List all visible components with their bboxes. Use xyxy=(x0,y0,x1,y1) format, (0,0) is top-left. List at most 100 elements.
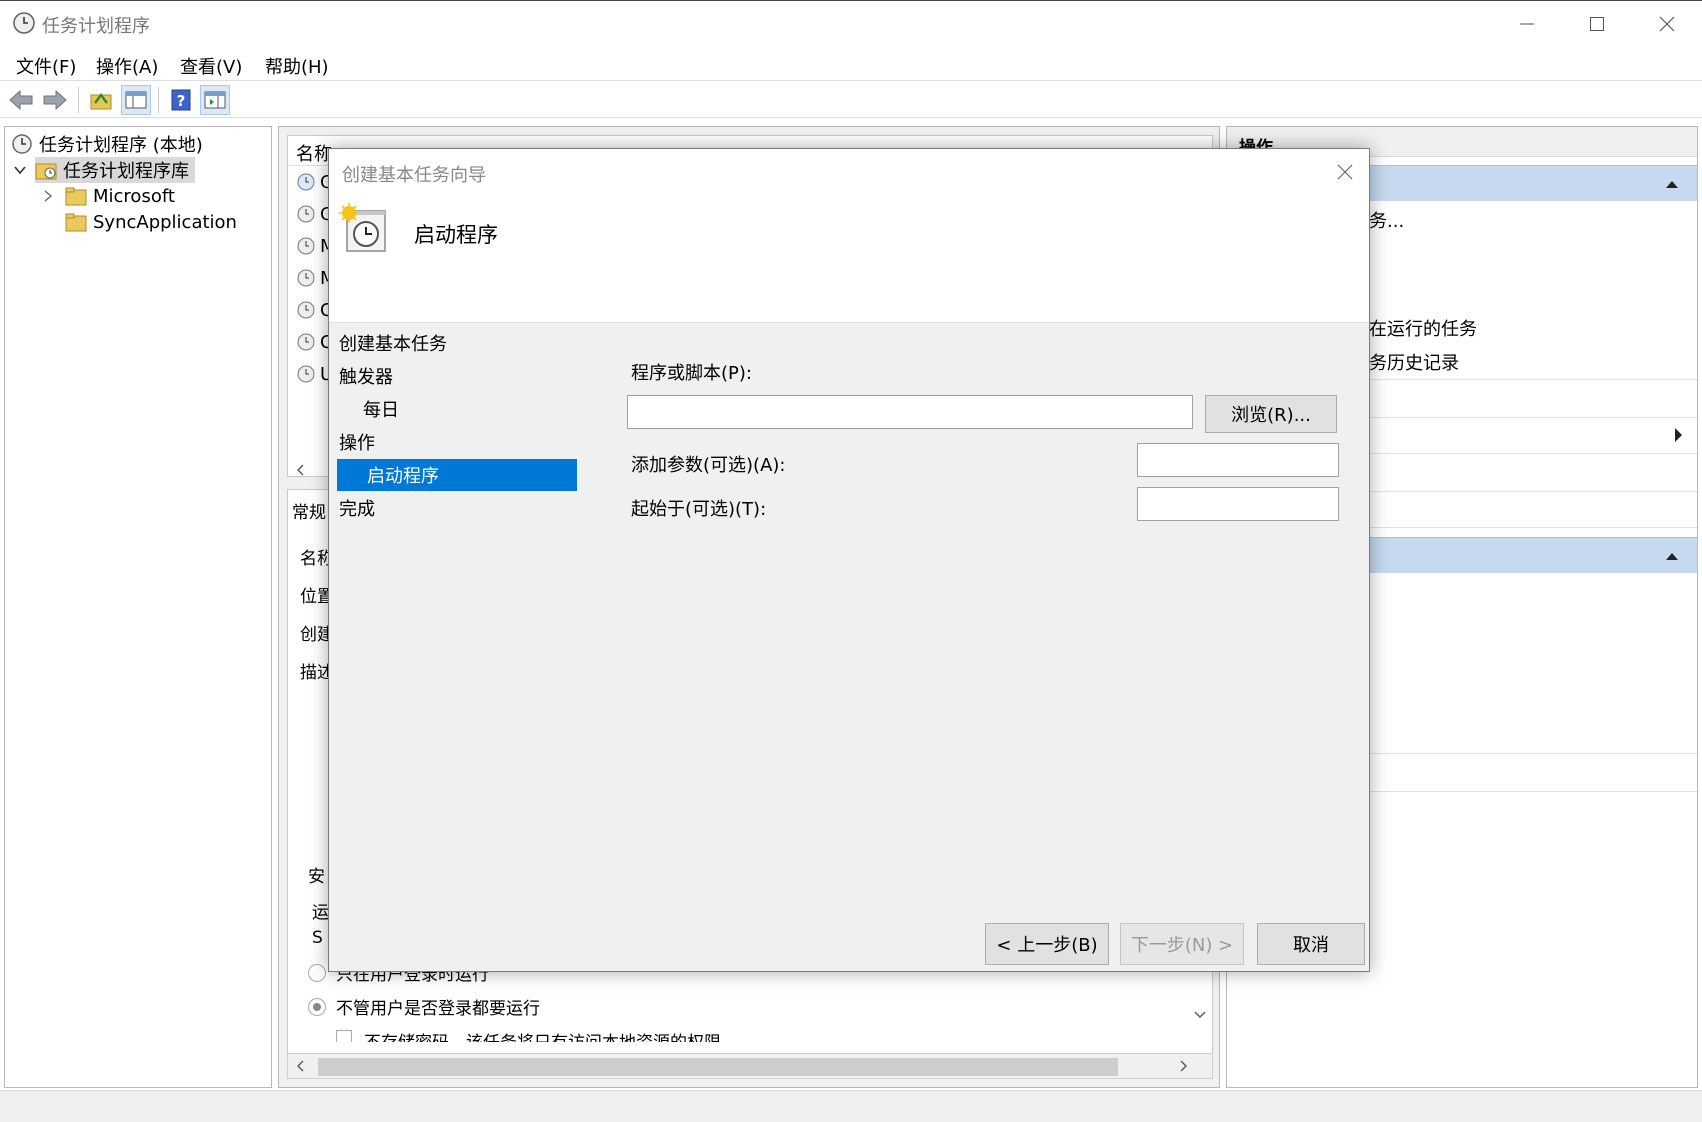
window-title: 任务计划程序 xyxy=(42,16,150,37)
clock-icon xyxy=(13,12,35,34)
maximize-button[interactable] xyxy=(1562,1,1632,47)
up-folder-button[interactable] xyxy=(86,85,116,115)
arrow-right-icon xyxy=(43,89,67,111)
menu-action[interactable]: 操作(A) xyxy=(96,53,158,79)
dialog-close-button[interactable] xyxy=(1325,153,1365,191)
help-icon: ? xyxy=(171,89,191,111)
step-action[interactable]: 操作 xyxy=(333,426,595,458)
radio-selected-icon xyxy=(308,997,326,1016)
show-action-pane-button[interactable] xyxy=(200,85,230,115)
action-pane-icon xyxy=(204,91,226,109)
toolbar: ? xyxy=(0,80,1702,118)
menu-bar: 文件(F) 操作(A) 查看(V) 帮助(H) xyxy=(0,46,1702,80)
action-display-running-tasks[interactable]: 在运行的任务 xyxy=(1369,315,1477,341)
step-start-program[interactable]: 启动程序 xyxy=(337,459,577,491)
clock-icon xyxy=(12,134,32,154)
tab-general[interactable]: 常规 xyxy=(292,498,326,523)
action-create-basic-task[interactable]: 务... xyxy=(1369,207,1404,233)
close-button[interactable] xyxy=(1632,1,1702,47)
dialog-title: 创建基本任务向导 xyxy=(342,165,486,186)
step-daily[interactable]: 每日 xyxy=(333,393,595,425)
scroll-left-icon[interactable] xyxy=(296,1060,306,1072)
scroll-down-icon[interactable] xyxy=(1194,1010,1206,1020)
tree-label-root: 任务计划程序 (本地) xyxy=(39,135,203,156)
folder-icon xyxy=(65,213,87,232)
help-button[interactable]: ? xyxy=(166,85,196,115)
chevron-right-icon xyxy=(44,190,53,202)
add-arguments-input[interactable] xyxy=(1137,443,1339,477)
minimize-button[interactable] xyxy=(1492,1,1562,47)
next-button[interactable]: 下一步(N) > xyxy=(1120,923,1244,965)
submenu-arrow-icon[interactable] xyxy=(1673,427,1683,443)
step-create-basic-task[interactable]: 创建基本任务 xyxy=(333,327,595,359)
show-hide-tree-button[interactable] xyxy=(121,85,151,115)
column-header-name[interactable]: 名称 xyxy=(296,140,332,166)
toolbar-separator xyxy=(158,87,159,113)
tree-item-microsoft[interactable]: Microsoft xyxy=(41,183,175,209)
task-clock-icon xyxy=(297,269,315,287)
folder-up-icon xyxy=(90,93,112,110)
start-in-input[interactable] xyxy=(1137,487,1339,521)
security-options-label: 安 xyxy=(308,867,325,887)
menu-help[interactable]: 帮助(H) xyxy=(265,53,329,79)
dialog-title-bar: 创建基本任务向导 xyxy=(329,149,1369,195)
step-finish[interactable]: 完成 xyxy=(333,492,595,524)
radio-icon xyxy=(308,963,326,982)
close-icon xyxy=(1659,16,1675,32)
user-account-value: S xyxy=(312,928,323,948)
step-trigger[interactable]: 触发器 xyxy=(333,360,595,392)
radio-always[interactable]: 不管用户是否登录都要运行 xyxy=(308,994,540,1019)
wizard-header: 启动程序 xyxy=(329,195,1369,323)
forward-button[interactable] xyxy=(40,85,70,115)
console-tree-icon xyxy=(125,91,147,109)
folder-icon xyxy=(65,187,87,206)
close-icon xyxy=(1337,164,1353,180)
task-clock-icon xyxy=(297,301,315,319)
tree-label-syncapplication: SyncApplication xyxy=(93,211,237,233)
scroll-left-icon[interactable] xyxy=(296,464,306,476)
scroll-right-icon[interactable] xyxy=(1178,1060,1188,1072)
task-clock-icon xyxy=(297,333,315,351)
scrollbar-thumb[interactable] xyxy=(318,1058,1118,1076)
arrow-left-icon xyxy=(9,89,33,111)
svg-text:?: ? xyxy=(177,92,186,110)
status-bar xyxy=(0,1090,1702,1122)
tree-item-root[interactable]: 任务计划程序 (本地) xyxy=(11,131,203,157)
create-basic-task-wizard: 创建基本任务向导 启动程序 创建基本任务 触发器 每日 操作 启动程序 完成 程… xyxy=(328,148,1370,972)
tree-selected-library: 任务计划程序库 xyxy=(35,157,195,183)
run-as-label: 运 xyxy=(312,903,329,923)
minimize-icon xyxy=(1520,23,1534,25)
task-scheduler-wizard-icon xyxy=(339,203,386,252)
console-tree: 任务计划程序 (本地) 任务计划程序库 Microsoft SyncApplic… xyxy=(4,126,272,1088)
task-clock-icon xyxy=(297,237,315,255)
checkbox-no-password[interactable]: 不存储密码。该任务将只有访问本地资源的权限 xyxy=(336,1026,721,1042)
back-button[interactable] xyxy=(6,85,36,115)
tree-label-library: 任务计划程序库 xyxy=(63,161,189,182)
horizontal-scrollbar[interactable] xyxy=(287,1053,1213,1079)
title-bar: 任务计划程序 xyxy=(0,0,1702,46)
tree-item-library[interactable]: 任务计划程序库 xyxy=(13,157,195,183)
back-button[interactable]: < 上一步(B) xyxy=(985,923,1109,965)
task-clock-icon xyxy=(297,173,315,191)
browse-button[interactable]: 浏览(R)... xyxy=(1205,395,1337,433)
start-in-label: 起始于(可选)(T): xyxy=(631,499,767,520)
cancel-button[interactable]: 取消 xyxy=(1257,923,1365,965)
folder-clock-icon xyxy=(35,163,57,180)
tree-item-syncapplication[interactable]: SyncApplication xyxy=(65,209,237,235)
checkbox-no-password-label: 不存储密码。该任务将只有访问本地资源的权限 xyxy=(364,1028,721,1042)
program-script-input[interactable] xyxy=(627,395,1193,429)
program-script-label: 程序或脚本(P): xyxy=(631,363,752,384)
menu-view[interactable]: 查看(V) xyxy=(180,53,242,79)
radio-always-label: 不管用户是否登录都要运行 xyxy=(336,999,540,1019)
add-arguments-label: 添加参数(可选)(A): xyxy=(631,455,786,476)
chevron-down-icon xyxy=(14,166,26,175)
checkbox-icon xyxy=(336,1030,352,1042)
task-clock-icon xyxy=(297,365,315,383)
wizard-heading: 启动程序 xyxy=(414,223,498,247)
action-task-history[interactable]: 务历史记录 xyxy=(1369,349,1459,375)
toolbar-separator xyxy=(78,87,79,113)
task-clock-icon xyxy=(297,205,315,223)
menu-file[interactable]: 文件(F) xyxy=(16,53,76,79)
collapse-up-icon xyxy=(1666,181,1678,188)
collapse-up-icon xyxy=(1666,553,1678,560)
